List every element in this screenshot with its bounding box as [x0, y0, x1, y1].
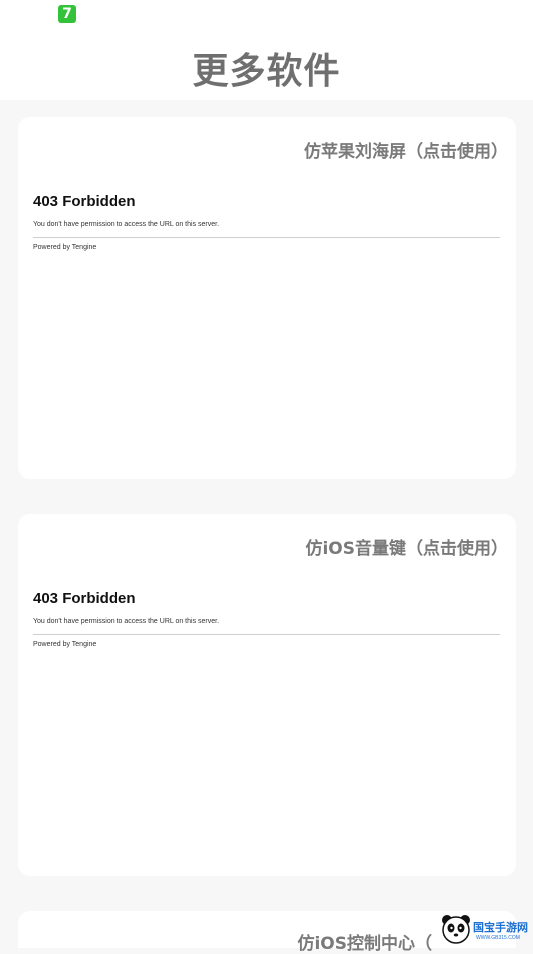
error-heading: 403 Forbidden	[33, 193, 136, 210]
watermark-text: 国宝手游网	[473, 921, 528, 934]
page-header: 更多软件	[0, 28, 533, 100]
card-title[interactable]: 仿苹果刘海屏（点击使用）	[304, 137, 508, 162]
powered-by-text: Powered by Tengine	[33, 244, 97, 251]
watermark-url: WWW.GB315.COM	[476, 935, 520, 941]
card-notch-screen[interactable]: 仿苹果刘海屏（点击使用） 403 Forbidden You don't hav…	[18, 117, 516, 479]
error-heading: 403 Forbidden	[33, 590, 136, 607]
status-bar: 7	[0, 0, 533, 28]
panda-logo-icon	[442, 915, 470, 944]
divider	[33, 634, 500, 635]
divider	[33, 237, 500, 238]
error-message: You don't have permission to access the …	[33, 618, 220, 625]
powered-by-text: Powered by Tengine	[33, 641, 97, 648]
card-title[interactable]: 仿iOS控制中心（	[297, 929, 432, 954]
site-watermark: 国宝手游网 WWW.GB315.COM	[440, 913, 532, 946]
card-volume-keys[interactable]: 仿iOS音量键（点击使用） 403 Forbidden You don't ha…	[18, 514, 516, 876]
error-message: You don't have permission to access the …	[33, 221, 220, 228]
card-title[interactable]: 仿iOS音量键（点击使用）	[305, 534, 508, 559]
app-notification-icon: 7	[58, 5, 76, 23]
page-title: 更多软件	[192, 51, 341, 92]
